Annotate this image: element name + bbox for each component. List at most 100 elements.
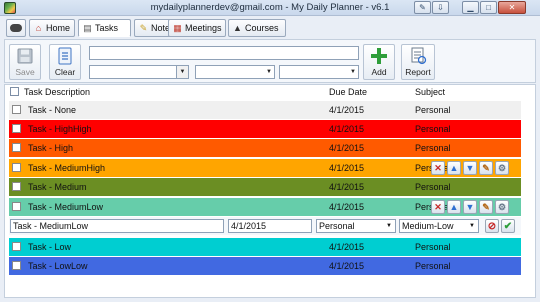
task-description: Task - MediumHigh bbox=[28, 163, 106, 173]
task-due-date: 4/1/2015 bbox=[329, 242, 365, 252]
clear-list-icon bbox=[56, 47, 74, 65]
task-due-date: 4/1/2015 bbox=[329, 105, 365, 115]
row-actions: ✕ ▲ ▼ ✎ ⚙ bbox=[431, 200, 509, 214]
edit-description-input[interactable]: Task - MediumLow bbox=[10, 219, 224, 233]
task-row[interactable]: Task - MediumHigh 4/1/2015 Personal ✕ ▲ … bbox=[9, 159, 521, 177]
tab-meetings-label: Meetings bbox=[185, 23, 222, 33]
gear-icon[interactable]: ⚙ bbox=[495, 200, 509, 214]
clear-button[interactable]: Clear bbox=[49, 44, 81, 80]
tab-courses-label: Courses bbox=[245, 23, 279, 33]
list-header: Task Description Due Date Subject bbox=[5, 85, 535, 99]
save-label: Save bbox=[15, 67, 35, 77]
row-checkbox[interactable] bbox=[12, 105, 21, 114]
task-row[interactable]: Task - MediumLow 4/1/2015 Personal ✕ ▲ ▼… bbox=[9, 198, 521, 216]
row-checkbox[interactable] bbox=[12, 261, 21, 270]
tab-strip: ⌂ Home ▤ Tasks ✎ Notes ▦ Meetings ▲ Cour… bbox=[0, 17, 540, 39]
priority-select[interactable]: ▼ bbox=[279, 65, 359, 79]
delete-icon[interactable]: ✕ bbox=[431, 161, 445, 175]
task-subject: Personal bbox=[415, 182, 451, 192]
close-button[interactable]: ✕ bbox=[498, 1, 526, 14]
task-subject: Personal bbox=[415, 261, 451, 271]
maximize-button[interactable]: □ bbox=[480, 1, 497, 14]
task-row[interactable]: Task - Low 4/1/2015 Personal bbox=[9, 238, 521, 256]
task-subject: Personal bbox=[415, 124, 451, 134]
task-description-input[interactable] bbox=[89, 46, 359, 60]
notes-icon: ✎ bbox=[139, 22, 148, 33]
chevron-down-icon[interactable]: ▼ bbox=[176, 66, 188, 78]
task-edit-row: Task - MediumLow 4/1/2015 Personal ▼ Med… bbox=[9, 217, 521, 235]
minimize-button[interactable]: ▁ bbox=[462, 1, 479, 14]
task-subject: Personal bbox=[415, 143, 451, 153]
task-description: Task - HighHigh bbox=[28, 124, 92, 134]
task-description: Task - Medium bbox=[28, 182, 87, 192]
report-label: Report bbox=[405, 67, 431, 77]
row-checkbox[interactable] bbox=[12, 182, 21, 191]
select-all-checkbox[interactable] bbox=[10, 87, 19, 96]
tab-tasks[interactable]: ▤ Tasks bbox=[78, 19, 131, 37]
gear-icon[interactable]: ⚙ bbox=[495, 161, 509, 175]
task-due-date: 4/1/2015 bbox=[329, 143, 365, 153]
download-icon[interactable]: ⇩ bbox=[432, 1, 449, 14]
task-description: Task - High bbox=[28, 143, 74, 153]
task-row[interactable]: Task - High 4/1/2015 Personal bbox=[9, 139, 521, 157]
floppy-disk-icon bbox=[16, 47, 34, 65]
task-row[interactable]: Task - HighHigh 4/1/2015 Personal bbox=[9, 120, 521, 138]
row-actions: ✕ ▲ ▼ ✎ ⚙ bbox=[431, 161, 509, 175]
cancel-edit-icon[interactable]: ⊘ bbox=[485, 219, 499, 233]
edit-due-date-input[interactable]: 4/1/2015 bbox=[228, 219, 312, 233]
header-due-date[interactable]: Due Date bbox=[329, 87, 367, 97]
chevron-down-icon: ▼ bbox=[266, 69, 272, 75]
row-checkbox[interactable] bbox=[12, 163, 21, 172]
task-description: Task - None bbox=[28, 105, 77, 115]
report-icon bbox=[409, 47, 427, 65]
tasks-icon: ▤ bbox=[83, 22, 92, 33]
confirm-edit-icon[interactable]: ✔ bbox=[501, 219, 515, 233]
task-row[interactable]: Task - Medium 4/1/2015 Personal bbox=[9, 178, 521, 196]
delete-icon[interactable]: ✕ bbox=[431, 200, 445, 214]
edit-pencil-icon[interactable]: ✎ bbox=[479, 161, 493, 175]
header-subject[interactable]: Subject bbox=[415, 87, 445, 97]
task-list: Task Description Due Date Subject Task -… bbox=[4, 84, 536, 298]
graduation-cap-icon: ▲ bbox=[233, 23, 242, 33]
cloud-icon[interactable] bbox=[6, 19, 26, 37]
tab-courses[interactable]: ▲ Courses bbox=[228, 19, 286, 37]
add-button[interactable]: Add bbox=[363, 44, 395, 80]
add-label: Add bbox=[371, 67, 387, 77]
clear-label: Clear bbox=[54, 67, 76, 77]
arrow-up-icon[interactable]: ▲ bbox=[447, 161, 461, 175]
tab-meetings[interactable]: ▦ Meetings bbox=[168, 19, 226, 37]
chevron-down-icon: ▼ bbox=[386, 223, 392, 229]
arrow-up-icon[interactable]: ▲ bbox=[447, 200, 461, 214]
edit-priority-select[interactable]: Medium-Low ▼ bbox=[399, 219, 479, 233]
task-due-date: 4/1/2015 bbox=[329, 124, 365, 134]
task-description: Task - LowLow bbox=[28, 261, 88, 271]
row-checkbox[interactable] bbox=[12, 124, 21, 133]
task-due-date: 4/1/2015 bbox=[329, 261, 365, 271]
row-checkbox[interactable] bbox=[12, 143, 21, 152]
arrow-down-icon[interactable]: ▼ bbox=[463, 200, 477, 214]
edit-subject-value: Personal bbox=[319, 221, 355, 231]
tab-home[interactable]: ⌂ Home bbox=[29, 19, 75, 37]
task-description: Task - Low bbox=[28, 242, 72, 252]
report-button[interactable]: Report bbox=[401, 44, 435, 80]
toolbar: Save Clear ▼ ▼ ▼ Add Report bbox=[4, 39, 536, 83]
row-checkbox[interactable] bbox=[12, 242, 21, 251]
task-subject: Personal bbox=[415, 105, 451, 115]
task-due-date: 4/1/2015 bbox=[329, 163, 365, 173]
task-subject: Personal bbox=[415, 242, 451, 252]
arrow-down-icon[interactable]: ▼ bbox=[463, 161, 477, 175]
task-row[interactable]: Task - None 4/1/2015 Personal bbox=[9, 101, 521, 119]
header-task-description[interactable]: Task Description bbox=[24, 87, 90, 97]
row-checkbox[interactable] bbox=[12, 202, 21, 211]
subject-select[interactable]: ▼ bbox=[195, 65, 275, 79]
home-icon: ⌂ bbox=[35, 23, 42, 33]
edit-pencil-icon[interactable]: ✎ bbox=[479, 200, 493, 214]
task-row[interactable]: Task - LowLow 4/1/2015 Personal bbox=[9, 257, 521, 275]
edit-subject-select[interactable]: Personal ▼ bbox=[316, 219, 396, 233]
task-due-date: 4/1/2015 bbox=[329, 202, 365, 212]
pin-icon[interactable]: ✎ bbox=[414, 1, 431, 14]
due-date-picker[interactable]: ▼ bbox=[89, 65, 189, 79]
save-button[interactable]: Save bbox=[9, 44, 41, 80]
plus-icon bbox=[370, 47, 388, 65]
window-title: mydailyplannerdev@gmail.com - My Daily P… bbox=[150, 2, 390, 13]
